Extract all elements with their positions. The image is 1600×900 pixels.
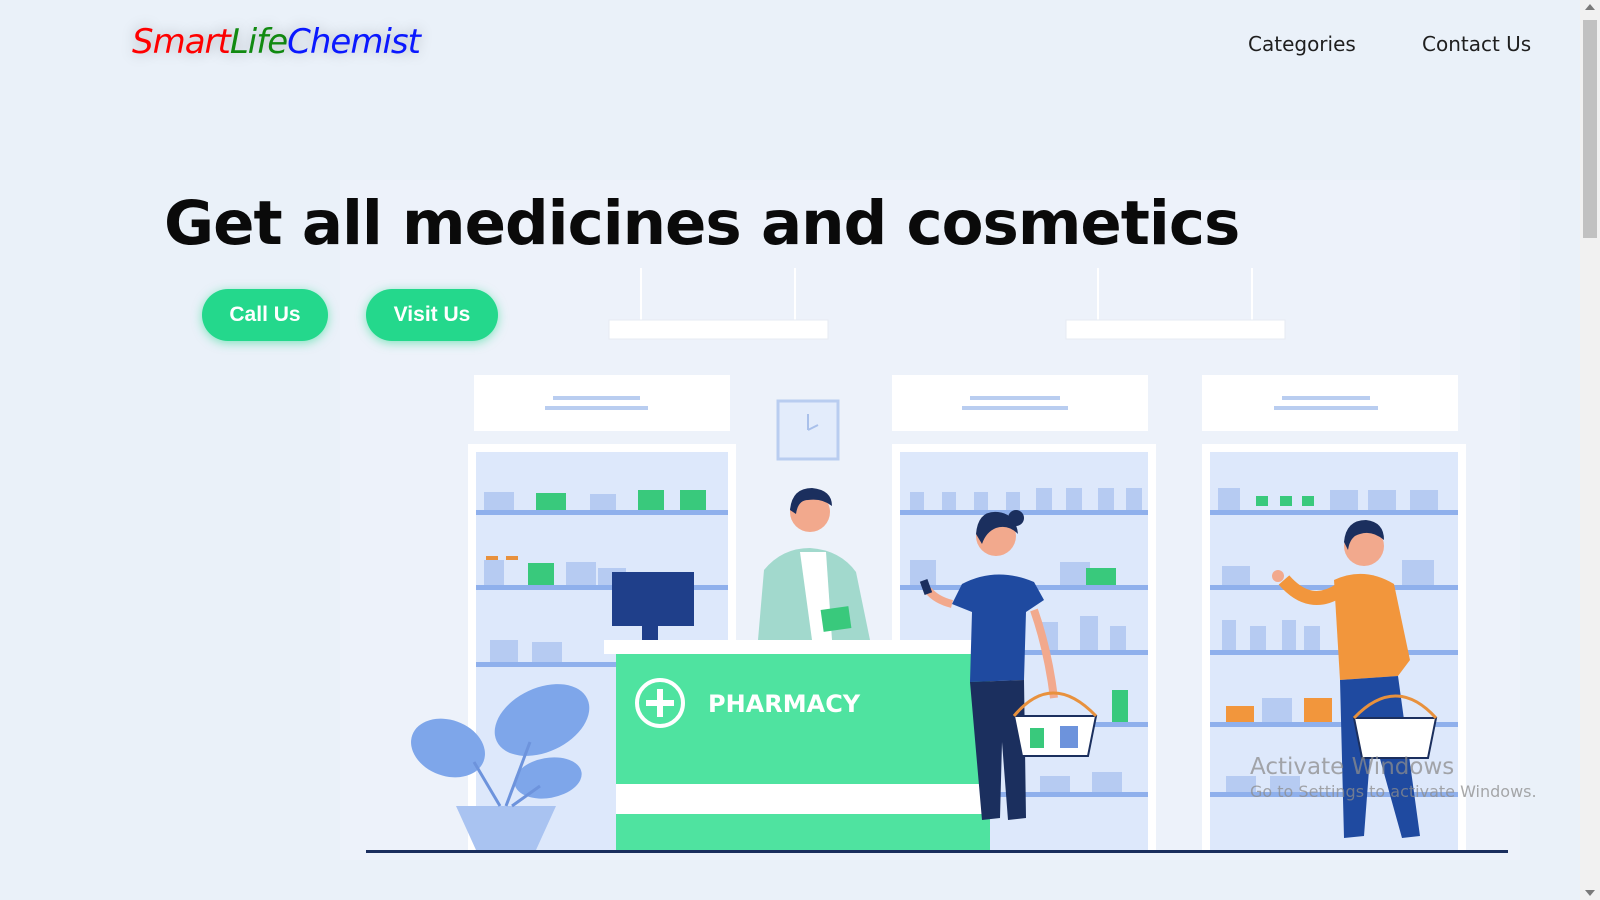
- call-us-button[interactable]: Call Us: [202, 289, 328, 341]
- pharmacy-illustration: PHARMACY: [340, 180, 1520, 860]
- counter-label: PHARMACY: [708, 690, 861, 718]
- scroll-thumb[interactable]: [1583, 20, 1597, 238]
- scroll-up-arrow-icon[interactable]: [1585, 4, 1595, 10]
- nav-link-contact-us[interactable]: Contact Us: [1422, 32, 1531, 56]
- site-logo[interactable]: SmartLifeChemist: [132, 22, 421, 62]
- logo-part-smart: Smart: [132, 22, 231, 62]
- nav-link-categories[interactable]: Categories: [1248, 32, 1356, 56]
- logo-part-life: Life: [229, 22, 288, 62]
- hero-title: Get all medicines and cosmetics: [164, 188, 1240, 259]
- logo-part-chemist: Chemist: [287, 22, 421, 62]
- vertical-scrollbar[interactable]: [1580, 0, 1600, 900]
- visit-us-button[interactable]: Visit Us: [366, 289, 498, 341]
- scroll-down-arrow-icon[interactable]: [1585, 890, 1595, 896]
